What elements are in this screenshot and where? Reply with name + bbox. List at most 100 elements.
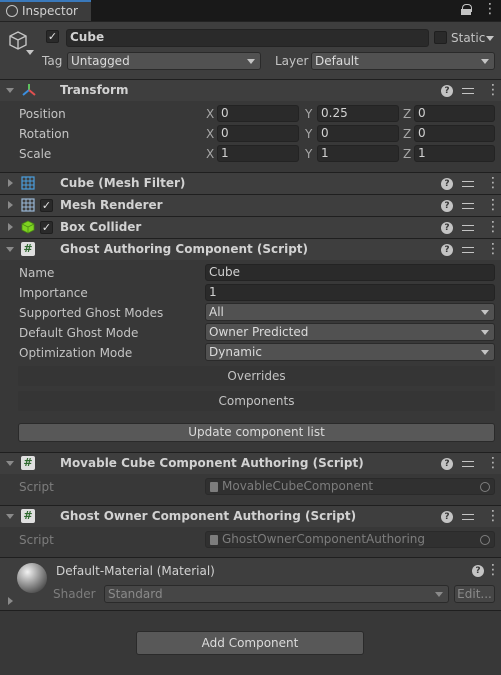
kebab-menu-icon[interactable]	[483, 197, 500, 213]
foldout-arrow-icon[interactable]	[8, 179, 13, 187]
mesh-filter-title: Cube (Mesh Filter)	[60, 176, 186, 190]
presets-icon[interactable]	[462, 85, 474, 97]
ghost-name-field[interactable]: Cube	[205, 264, 495, 281]
help-icon[interactable]: ?	[441, 199, 453, 212]
foldout-arrow-icon[interactable]	[6, 247, 14, 252]
transform-header[interactable]: Transform ?	[0, 79, 501, 101]
box-collider-header[interactable]: ✓ Box Collider ?	[0, 216, 501, 238]
layer-dropdown[interactable]: Default	[311, 52, 495, 70]
axis-z-label[interactable]: Z	[403, 126, 411, 142]
script-icon: #	[21, 456, 35, 470]
ghost-owner-header[interactable]: # Ghost Owner Component Authoring (Scrip…	[0, 505, 501, 527]
axis-x-label[interactable]: X	[206, 146, 214, 162]
axis-y-label[interactable]: Y	[305, 126, 312, 142]
shader-label: Shader	[53, 587, 96, 601]
update-component-list-button[interactable]: Update component list	[18, 423, 495, 442]
supported-ghost-modes-value: All	[209, 305, 224, 319]
default-ghost-mode-dropdown[interactable]: Owner Predicted	[205, 323, 495, 341]
kebab-menu-icon[interactable]	[483, 241, 500, 257]
rotation-y-field[interactable]: 0	[317, 125, 399, 142]
cube-icon[interactable]	[8, 30, 27, 50]
help-icon[interactable]: ?	[472, 565, 484, 577]
presets-icon[interactable]	[462, 458, 474, 470]
foldout-arrow-icon[interactable]	[6, 461, 14, 466]
foldout-arrow-icon[interactable]	[6, 88, 14, 93]
help-icon[interactable]: ?	[441, 177, 453, 190]
tag-value: Untagged	[71, 54, 130, 68]
tag-dropdown[interactable]: Untagged	[67, 52, 261, 70]
foldout-arrow-icon[interactable]	[8, 223, 13, 231]
axis-z-label[interactable]: Z	[403, 106, 411, 122]
axis-y-label[interactable]: Y	[305, 106, 312, 122]
optimization-mode-dropdown[interactable]: Dynamic	[205, 343, 495, 361]
active-checkbox[interactable]: ✓	[46, 30, 59, 43]
overrides-list[interactable]: Overrides	[18, 366, 495, 386]
kebab-menu-icon[interactable]: ⋮	[486, 562, 500, 578]
gameobject-name-field[interactable]: Cube	[66, 29, 429, 47]
box-collider-title: Box Collider	[60, 220, 142, 234]
object-picker-icon[interactable]	[480, 535, 490, 545]
tab-inspector[interactable]: Inspector	[0, 0, 91, 21]
shader-dropdown[interactable]: Standard	[104, 585, 449, 603]
presets-icon[interactable]	[462, 244, 474, 256]
help-icon[interactable]: ?	[441, 221, 453, 234]
movable-cube-script-field[interactable]: MovableCubeComponent	[205, 478, 495, 495]
header-icons: ?	[432, 219, 500, 236]
ghost-owner-script-label: Script	[19, 533, 54, 547]
movable-cube-header[interactable]: # Movable Cube Component Authoring (Scri…	[0, 452, 501, 474]
scale-x-field[interactable]: 1	[217, 145, 299, 162]
box-collider-enabled-checkbox[interactable]: ✓	[40, 221, 53, 234]
rotation-x-field[interactable]: 0	[217, 125, 299, 142]
chevron-down-icon	[481, 59, 489, 64]
importance-field[interactable]: 1	[205, 284, 495, 301]
axis-x-label[interactable]: X	[206, 126, 214, 142]
axis-x-label[interactable]: X	[206, 106, 214, 122]
static-label[interactable]: Static	[451, 30, 485, 46]
foldout-arrow-icon[interactable]	[6, 514, 14, 519]
rotation-z-field[interactable]: 0	[414, 125, 495, 142]
kebab-menu-icon[interactable]	[483, 82, 500, 98]
presets-icon[interactable]	[462, 178, 474, 190]
axis-z-label[interactable]: Z	[403, 146, 411, 162]
icon-dropdown-arrow[interactable]	[26, 50, 34, 55]
help-icon[interactable]: ?	[441, 457, 453, 470]
position-y-field[interactable]: 0.25	[317, 105, 399, 122]
foldout-arrow-icon[interactable]	[8, 201, 13, 209]
mesh-filter-header[interactable]: Cube (Mesh Filter) ?	[0, 172, 501, 194]
tab-menu-icon[interactable]: ⋮	[483, 1, 497, 17]
presets-icon[interactable]	[462, 511, 474, 523]
kebab-menu-icon[interactable]	[483, 455, 500, 471]
help-icon[interactable]: ?	[441, 243, 453, 256]
presets-icon[interactable]	[462, 222, 474, 234]
scale-z-field[interactable]: 1	[414, 145, 495, 162]
ghost-owner-script-value: GhostOwnerComponentAuthoring	[222, 532, 426, 546]
supported-ghost-modes-label: Supported Ghost Modes	[19, 306, 164, 320]
position-z-field[interactable]: 0	[414, 105, 495, 122]
edit-shader-button[interactable]: Edit...	[454, 585, 495, 603]
mesh-filter-icon	[21, 176, 35, 193]
box-collider-icon	[21, 220, 35, 237]
kebab-menu-icon[interactable]	[483, 508, 500, 524]
add-component-button[interactable]: Add Component	[136, 631, 364, 655]
ghost-authoring-header[interactable]: # Ghost Authoring Component (Script) ?	[0, 238, 501, 260]
chevron-down-icon	[481, 350, 489, 355]
ghost-owner-script-field[interactable]: GhostOwnerComponentAuthoring	[205, 531, 495, 548]
axis-y-label[interactable]: Y	[305, 146, 312, 162]
supported-ghost-modes-dropdown[interactable]: All	[205, 303, 495, 321]
components-list[interactable]: Components	[18, 391, 495, 411]
position-x-field[interactable]: 0	[217, 105, 299, 122]
chevron-down-icon	[481, 330, 489, 335]
mesh-renderer-header[interactable]: ✓ Mesh Renderer ?	[0, 194, 501, 216]
help-icon[interactable]: ?	[441, 510, 453, 523]
mesh-renderer-enabled-checkbox[interactable]: ✓	[40, 199, 53, 212]
presets-icon[interactable]	[462, 200, 474, 212]
static-dropdown-arrow[interactable]	[486, 36, 494, 41]
scale-y-field[interactable]: 1	[317, 145, 399, 162]
kebab-menu-icon[interactable]	[483, 175, 500, 191]
object-picker-icon[interactable]	[480, 482, 490, 492]
help-icon[interactable]: ?	[441, 84, 453, 97]
shader-value: Standard	[108, 587, 163, 601]
static-checkbox[interactable]	[434, 31, 447, 44]
foldout-arrow-icon[interactable]	[8, 597, 13, 605]
kebab-menu-icon[interactable]	[483, 219, 500, 235]
